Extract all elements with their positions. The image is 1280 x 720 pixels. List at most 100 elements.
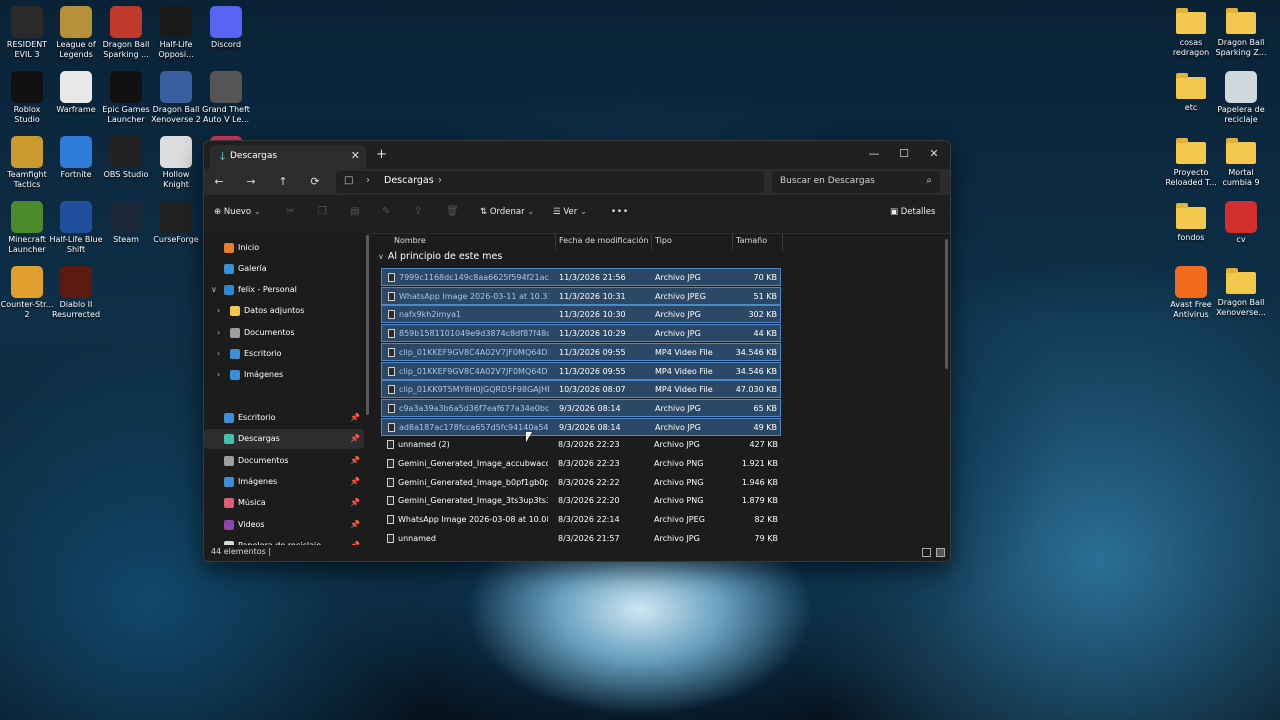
sidebar-item[interactable]: Documentos 📌 [204, 451, 364, 471]
column-header-size[interactable]: Tamaño [736, 236, 767, 245]
details-view-icon[interactable] [922, 548, 931, 557]
desktop-icon[interactable]: Mortal cumbia 9 [1214, 136, 1268, 188]
column-divider[interactable] [651, 233, 652, 251]
sidebar-item[interactable]: Galería [204, 259, 364, 279]
desktop-icon[interactable]: Minecraft Launcher [0, 201, 54, 255]
file-row[interactable]: WhatsApp Image 2026-03-08 at 10.08.53 ..… [381, 511, 781, 529]
desktop-icon[interactable]: etc [1164, 71, 1218, 113]
file-row[interactable]: Gemini_Generated_Image_3ts3up3ts3up3... 8… [381, 492, 781, 510]
sidebar-item[interactable]: ∨ felix - Personal [204, 280, 364, 300]
desktop-icon[interactable]: OBS Studio [99, 136, 153, 180]
chevron-icon[interactable]: › [217, 344, 220, 364]
column-header-date[interactable]: Fecha de modificación [559, 236, 648, 245]
file-row[interactable]: c9a3a39a3b6a5d36f7eaf677a34e0bcc 9/3/2026… [381, 398, 781, 417]
desktop-icon[interactable]: RESIDENT EVIL 3 [0, 6, 54, 60]
new-tab-button[interactable]: + [376, 147, 387, 162]
refresh-button[interactable]: ⟳ [306, 173, 324, 191]
file-size: 1.946 KB [741, 477, 778, 487]
sidebar-item[interactable]: › Escritorio [204, 344, 364, 364]
file-icon [388, 403, 395, 413]
view-button[interactable]: ☰ Ver ⌄ [553, 207, 587, 217]
large-icons-view-icon[interactable] [936, 548, 945, 557]
back-button[interactable]: ← [210, 173, 228, 191]
file-row[interactable]: unnamed (2) 8/3/2026 22:23 Archivo JPG 427 … [381, 436, 781, 454]
address-bar[interactable]: □ › Descargas › [336, 171, 764, 193]
file-date: 11/3/2026 09:55 [559, 366, 626, 376]
desktop-icon[interactable]: Half-Life Opposi... [149, 6, 203, 60]
chevron-icon[interactable]: ∨ [211, 280, 217, 300]
sort-button[interactable]: ⇅ Ordenar ⌄ [480, 207, 534, 217]
sidebar-item[interactable]: Escritorio 📌 [204, 408, 364, 428]
sidebar-item[interactable]: Videos 📌 [204, 515, 364, 535]
column-divider[interactable] [732, 233, 733, 251]
desktop-icon[interactable]: Avast Free Antivirus [1164, 266, 1218, 320]
sidebar-item[interactable]: › Documentos [204, 323, 364, 343]
search-box[interactable]: Buscar en Descargas ⌕ [772, 171, 940, 193]
up-button[interactable]: ↑ [274, 173, 292, 191]
file-row[interactable]: Gemini_Generated_Image_b0pf1gb0pf1g... 8/… [381, 474, 781, 492]
minimize-button[interactable]: — [860, 143, 888, 165]
desktop-icon[interactable]: cosas redragon [1164, 6, 1218, 58]
chevron-icon[interactable]: › [217, 323, 220, 343]
file-name: c9a3a39a3b6a5d36f7eaf677a34e0bcc [399, 403, 549, 413]
sidebar-item[interactable]: Música 📌 [204, 493, 364, 513]
column-divider[interactable] [782, 233, 783, 251]
navigation-scrollbar[interactable] [366, 235, 369, 415]
desktop-icon[interactable]: Proyecto Reloaded T... [1164, 136, 1218, 188]
file-row[interactable]: clip_01KKEF9GV8C4A02V7JF0MQ64D1 11/3/2026… [381, 361, 781, 380]
desktop-icon[interactable]: Half-Life Blue Shift [49, 201, 103, 255]
desktop-icon[interactable]: Fortnite [49, 136, 103, 180]
desktop-icon[interactable]: CurseForge [149, 201, 203, 245]
tab-close-button[interactable]: ✕ [351, 149, 360, 162]
desktop-icon[interactable]: League of Legends [49, 6, 103, 60]
group-header[interactable]: ∨ Al principio de este mes [378, 251, 502, 262]
file-row[interactable]: nafx9kh2imya1 11/3/2026 10:30 Archivo JPG 3… [381, 305, 781, 324]
command-bar: ⊕ Nuevo ⌄ ✂ ❐ ▤ ✎ ⇪ 🗑 ⇅ Ordenar ⌄ ☰ Ver … [204, 195, 950, 234]
desktop-icon[interactable]: Dragon Ball Sparking ... [99, 6, 153, 60]
sidebar-item[interactable]: Inicio [204, 238, 364, 258]
file-row[interactable]: clip_01KK9T5MY8H0JGQRD5F98GAJHB 10/3/2026… [381, 380, 781, 399]
desktop-icon[interactable]: fondos [1164, 201, 1218, 243]
desktop-icon[interactable]: Diablo II Resurrected [49, 266, 103, 320]
desktop-icon[interactable]: Dragon Ball Sparking Z... [1214, 6, 1268, 58]
desktop-icon[interactable]: Grand Theft Auto V Le... [199, 71, 253, 125]
sidebar-item[interactable]: › Imágenes [204, 365, 364, 385]
details-button[interactable]: ▣ Detalles [890, 207, 935, 217]
desktop-icon[interactable]: Dragon Ball Xenoverse... [1214, 266, 1268, 318]
sidebar-item[interactable]: Descargas 📌 [204, 429, 364, 449]
chevron-icon[interactable]: › [217, 365, 220, 385]
sidebar-item[interactable]: › Datos adjuntos [204, 301, 364, 321]
file-row[interactable]: Gemini_Generated_Image_accubwaccub... 8/3… [381, 455, 781, 473]
file-row[interactable]: WhatsApp Image 2026-03-11 at 10.31.12 ..… [381, 286, 781, 305]
sidebar-item[interactable]: Imágenes 📌 [204, 472, 364, 492]
maximize-button[interactable]: ☐ [890, 143, 918, 165]
file-row[interactable]: clip_01KKEF9GV8C4A02V7JF0MQ64D1 (1) 11/3/… [381, 342, 781, 361]
chevron-icon[interactable]: › [217, 301, 220, 321]
desktop-icon[interactable]: Hollow Knight [149, 136, 203, 190]
file-row[interactable]: ad8a187ac178fcca657d5fc94140a54e 9/3/2026… [381, 417, 781, 436]
desktop-icon[interactable]: Epic Games Launcher [99, 71, 153, 125]
column-header-type[interactable]: Tipo [655, 236, 672, 245]
desktop-icon[interactable]: Counter-Str... 2 [0, 266, 54, 320]
column-divider[interactable] [555, 233, 556, 251]
more-options-button[interactable]: ••• [611, 207, 629, 217]
file-type: Archivo JPEG [654, 515, 705, 525]
file-row[interactable]: 7999c1168dc149c8aa6625f594f21ac0 11/3/202… [381, 268, 781, 286]
paste-icon: ▤ [350, 206, 360, 217]
new-button[interactable]: ⊕ Nuevo ⌄ [214, 207, 261, 217]
desktop-icon[interactable]: Teamfight Tactics [0, 136, 54, 190]
breadcrumb-descargas[interactable]: Descargas [384, 175, 434, 186]
forward-button[interactable]: → [242, 173, 260, 191]
desktop-icon[interactable]: Warframe [49, 71, 103, 115]
tab-descargas[interactable]: ↓ Descargas ✕ [210, 145, 366, 169]
desktop-icon[interactable]: Papelera de reciclaje [1214, 71, 1268, 125]
desktop-icon[interactable]: Steam [99, 201, 153, 245]
file-row[interactable]: 859b1581101049e9d3874c8df87f48da 11/3/202… [381, 324, 781, 343]
column-header-name[interactable]: Nombre [394, 236, 426, 245]
desktop-icon[interactable]: Roblox Studio [0, 71, 54, 125]
desktop-icon[interactable]: Discord [199, 6, 253, 50]
desktop-icon[interactable]: Dragon Ball Xenoverse 2 [149, 71, 203, 125]
close-window-button[interactable]: ✕ [920, 143, 948, 165]
file-list-scrollbar[interactable] [945, 239, 948, 369]
desktop-icon[interactable]: cv [1214, 201, 1268, 245]
